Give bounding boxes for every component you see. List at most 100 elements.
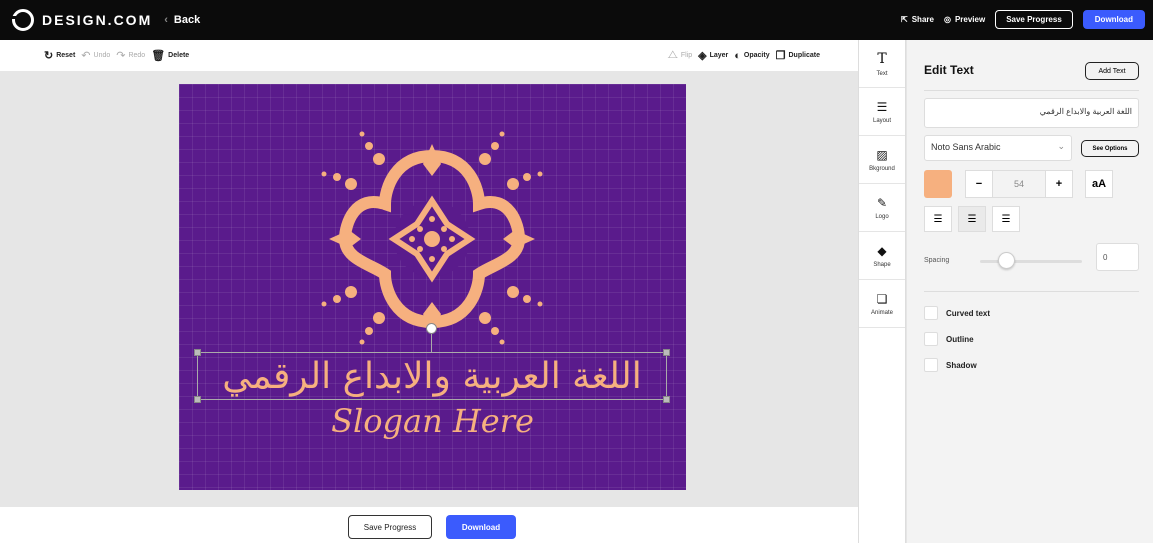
align-right-icon: ☰ xyxy=(1001,213,1011,225)
flip-icon: ⧍ xyxy=(667,49,678,61)
nav-item-animate[interactable]: ❏ Animate xyxy=(859,280,905,328)
nav-item-label: Shape xyxy=(873,261,891,268)
layer-button[interactable]: ◈ Layer xyxy=(698,49,728,62)
text-icon: T xyxy=(877,50,887,67)
text-content-input[interactable]: اللغة العربية والابداع الرقمي xyxy=(924,98,1139,128)
outline-checkbox[interactable] xyxy=(924,332,938,346)
design-logo-icon xyxy=(12,9,34,31)
slogan-text-element[interactable]: Slogan Here xyxy=(179,402,686,440)
font-family-select[interactable]: Noto Sans Arabic ⌄ xyxy=(924,135,1072,161)
spacing-value-input[interactable]: 0 xyxy=(1096,243,1139,271)
animate-icon: ❏ xyxy=(876,291,888,306)
spacing-slider-track[interactable] xyxy=(980,260,1082,263)
nav-item-label: Bkground xyxy=(869,165,895,172)
share-label: Share xyxy=(911,15,934,24)
edit-text-panel: Edit Text Add Text اللغة العربية والابدا… xyxy=(907,40,1153,543)
font-size-value[interactable]: 54 xyxy=(993,170,1045,198)
brand-logo[interactable]: DESIGN.COM xyxy=(12,9,152,31)
nav-item-layout[interactable]: ☰ Layout xyxy=(859,88,905,136)
reset-label: Reset xyxy=(56,52,76,59)
save-progress-bottom-button[interactable]: Save Progress xyxy=(348,515,432,539)
undo-label: Undo xyxy=(93,52,111,59)
object-tools: ⧍ Flip ◈ Layer ◐ Opacity ❐ Duplicate xyxy=(668,49,826,62)
rotate-handle[interactable] xyxy=(426,323,437,334)
spacing-slider-thumb[interactable] xyxy=(998,252,1015,269)
align-right-button[interactable]: ☰ xyxy=(992,206,1020,232)
share-icon: ⇱ xyxy=(901,15,908,24)
share-button[interactable]: ⇱ Share xyxy=(901,15,934,24)
delete-label: Delete xyxy=(168,52,190,59)
nav-item-label: Layout xyxy=(872,117,891,124)
curved-text-option[interactable]: Curved text xyxy=(924,306,990,320)
nav-item-text[interactable]: T Text xyxy=(859,40,905,88)
brand-name: DESIGN.COM xyxy=(42,12,153,28)
align-left-icon: ☰ xyxy=(933,213,943,225)
artboard[interactable]: اللغة العربية والابداع الرقمي Slogan Her… xyxy=(179,84,686,490)
text-case-button[interactable]: aA xyxy=(1085,170,1113,198)
nav-item-shape[interactable]: ◆ Shape xyxy=(859,232,905,280)
flip-label: Flip xyxy=(680,52,693,59)
font-family-value: Noto Sans Arabic xyxy=(931,142,1001,152)
preview-label: Preview xyxy=(954,15,986,24)
chevron-down-icon: ⌄ xyxy=(1057,141,1065,151)
decrease-size-button[interactable]: − xyxy=(965,170,993,198)
back-button[interactable]: ‹ Back xyxy=(164,14,200,26)
nav-item-label: Logo xyxy=(875,213,889,220)
reset-button[interactable]: ↻ Reset xyxy=(44,49,75,62)
shadow-label: Shadow xyxy=(946,360,977,370)
shape-icon: ◆ xyxy=(877,243,887,258)
opacity-button[interactable]: ◐ Opacity xyxy=(734,49,769,62)
redo-label: Redo xyxy=(128,52,146,59)
spacing-label: Spacing xyxy=(924,257,950,264)
text-color-swatch[interactable] xyxy=(924,170,952,198)
download-button[interactable]: Download xyxy=(1082,10,1145,29)
increase-size-button[interactable]: + xyxy=(1045,170,1073,198)
delete-button[interactable]: 🗑 Delete xyxy=(151,49,189,62)
nav-item-logo[interactable]: ✎ Logo xyxy=(859,184,905,232)
nav-item-background[interactable]: ▨ Bkground xyxy=(859,136,905,184)
resize-handle-top-right[interactable] xyxy=(663,349,670,356)
panel-divider xyxy=(924,90,1139,91)
history-tools: ↻ Reset ↶ Undo ↷ Redo 🗑 Delete xyxy=(44,49,195,62)
rotate-line xyxy=(431,334,432,352)
opacity-icon: ◐ xyxy=(734,49,741,62)
trash-icon: 🗑 xyxy=(151,50,166,62)
resize-handle-top-left[interactable] xyxy=(194,349,201,356)
background-icon: ▨ xyxy=(876,147,888,162)
redo-button[interactable]: ↷ Redo xyxy=(116,49,145,62)
shadow-option[interactable]: Shadow xyxy=(924,358,977,372)
add-text-button[interactable]: Add Text xyxy=(1085,62,1139,80)
canvas-area: اللغة العربية والابداع الرقمي Slogan Her… xyxy=(0,71,858,507)
eye-icon: ◎ xyxy=(943,15,951,24)
curved-text-label: Curved text xyxy=(946,308,991,318)
see-options-button[interactable]: See Options xyxy=(1081,140,1139,157)
top-actions: ⇱ Share ◎ Preview Save Progress Download xyxy=(901,10,1145,29)
preview-button[interactable]: ◎ Preview xyxy=(944,15,985,24)
bottom-bar: Save Progress Download xyxy=(0,507,858,543)
layout-icon: ☰ xyxy=(876,99,888,114)
nav-item-label: Animate xyxy=(870,309,893,316)
side-nav: T Text ☰ Layout ▨ Bkground ✎ Logo ◆ Shap… xyxy=(858,40,906,543)
outline-label: Outline xyxy=(946,334,974,344)
download-bottom-button[interactable]: Download xyxy=(446,515,516,539)
curved-text-checkbox[interactable] xyxy=(924,306,938,320)
reset-icon: ↻ xyxy=(44,50,54,62)
flip-button[interactable]: ⧍ Flip xyxy=(668,49,693,62)
duplicate-label: Duplicate xyxy=(788,52,820,59)
alignment-group: ☰ ☰ ☰ xyxy=(924,206,1020,232)
duplicate-button[interactable]: ❐ Duplicate xyxy=(776,49,820,62)
save-progress-button[interactable]: Save Progress xyxy=(995,10,1073,29)
opacity-label: Opacity xyxy=(743,52,770,59)
canvas-toolbar: ↻ Reset ↶ Undo ↷ Redo 🗑 Delete ⧍ Flip ◈ Layer … xyxy=(0,40,858,71)
back-label: Back xyxy=(173,14,201,26)
undo-icon: ↶ xyxy=(81,50,91,62)
layer-label: Layer xyxy=(709,52,729,59)
panel-divider xyxy=(924,291,1139,292)
top-bar: DESIGN.COM ‹ Back ⇱ Share ◎ Preview Save Pr… xyxy=(0,0,1153,40)
shadow-checkbox[interactable] xyxy=(924,358,938,372)
align-center-button[interactable]: ☰ xyxy=(958,206,986,232)
align-left-button[interactable]: ☰ xyxy=(924,206,952,232)
outline-option[interactable]: Outline xyxy=(924,332,974,346)
undo-button[interactable]: ↶ Undo xyxy=(81,49,110,62)
nav-item-label: Text xyxy=(876,70,888,77)
